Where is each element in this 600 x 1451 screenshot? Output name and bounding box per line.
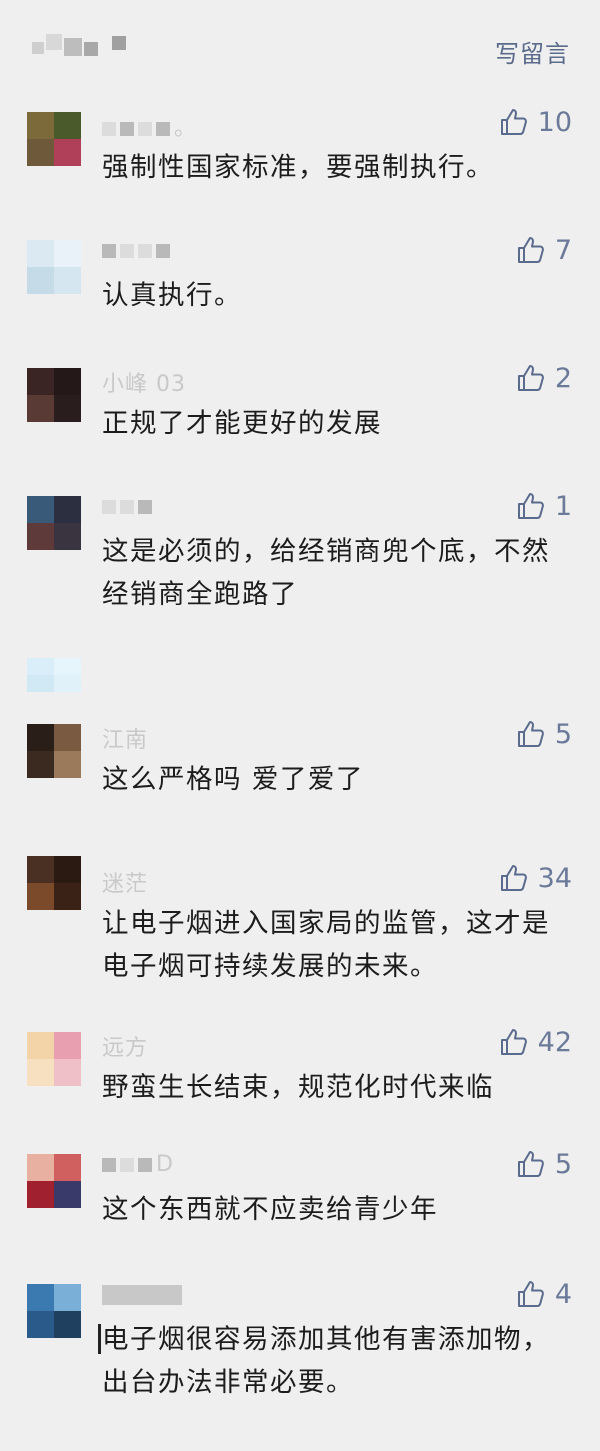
- comment-text: 这是必须的，给经销商兜个底，不然经销商全跑路了: [102, 536, 550, 610]
- thumbs-up-icon: [515, 1148, 547, 1180]
- like-button[interactable]: 2: [515, 362, 572, 394]
- like-button[interactable]: 5: [515, 718, 572, 750]
- like-button[interactable]: 4: [515, 1278, 572, 1310]
- avatar[interactable]: [27, 1032, 81, 1086]
- thumbs-up-icon: [498, 106, 530, 138]
- like-button[interactable]: 42: [498, 1026, 572, 1058]
- like-count: 5: [554, 1148, 572, 1180]
- like-button[interactable]: 5: [515, 1148, 572, 1180]
- comment-text: 正规了才能更好的发展: [102, 408, 382, 439]
- like-count: 5: [554, 718, 572, 750]
- like-count: 34: [537, 862, 572, 894]
- thumbs-up-icon: [515, 718, 547, 750]
- nickname[interactable]: 。: [102, 110, 197, 142]
- avatar[interactable]: [27, 496, 81, 550]
- like-button[interactable]: 10: [498, 106, 572, 138]
- avatar[interactable]: [27, 856, 81, 910]
- nickname[interactable]: [102, 494, 156, 519]
- thumbs-up-icon: [515, 362, 547, 394]
- avatar[interactable]: [27, 240, 81, 294]
- like-count: 7: [554, 234, 572, 266]
- nickname[interactable]: D: [102, 1152, 174, 1177]
- like-button[interactable]: 7: [515, 234, 572, 266]
- comment-text: 野蛮生长结束，规范化时代来临: [102, 1072, 494, 1103]
- avatar[interactable]: [27, 1284, 81, 1338]
- like-count: 1: [554, 490, 572, 522]
- comment-text: 认真执行。: [102, 280, 242, 311]
- write-comment-button[interactable]: 写留言: [495, 34, 570, 69]
- nickname[interactable]: 远方: [102, 1030, 148, 1062]
- comment-text: 这么严格吗 爱了爱了: [102, 764, 364, 795]
- like-count: 10: [537, 106, 572, 138]
- thumbs-up-icon: [515, 490, 547, 522]
- like-button[interactable]: 34: [498, 862, 572, 894]
- comment-text: 让电子烟进入国家局的监管，这才是电子烟可持续发展的未来。: [102, 908, 550, 982]
- like-count: 4: [554, 1278, 572, 1310]
- nickname[interactable]: 小峰 03: [102, 366, 186, 398]
- thumbs-up-icon: [515, 234, 547, 266]
- like-count: 2: [554, 362, 572, 394]
- avatar[interactable]: [27, 112, 81, 166]
- like-button[interactable]: 1: [515, 490, 572, 522]
- like-count: 42: [537, 1026, 572, 1058]
- nickname[interactable]: [102, 238, 174, 263]
- comments-page: 写留言 。 10 强制性国家标准，要强制执行。 7 认真执行。 小峰 03 2 …: [0, 0, 600, 1451]
- avatar[interactable]: [27, 1154, 81, 1208]
- nickname[interactable]: 江南: [102, 722, 148, 754]
- header: 写留言: [0, 0, 600, 90]
- nickname[interactable]: 迷茫: [102, 866, 148, 898]
- comment-text: 这个东西就不应卖给青少年: [102, 1194, 438, 1225]
- thumbs-up-icon: [515, 1278, 547, 1310]
- nickname[interactable]: [102, 1282, 186, 1307]
- thumbs-up-icon: [498, 862, 530, 894]
- avatar[interactable]: [27, 368, 81, 422]
- avatar[interactable]: [27, 658, 81, 692]
- avatar[interactable]: [27, 724, 81, 778]
- comment-text: 电子烟很容易添加其他有害添加物，出台办法非常必要。: [102, 1324, 550, 1398]
- text-cursor: [98, 1324, 101, 1354]
- account-name-mosaic: [32, 34, 132, 64]
- comment-text: 强制性国家标准，要强制执行。: [102, 152, 494, 183]
- thumbs-up-icon: [498, 1026, 530, 1058]
